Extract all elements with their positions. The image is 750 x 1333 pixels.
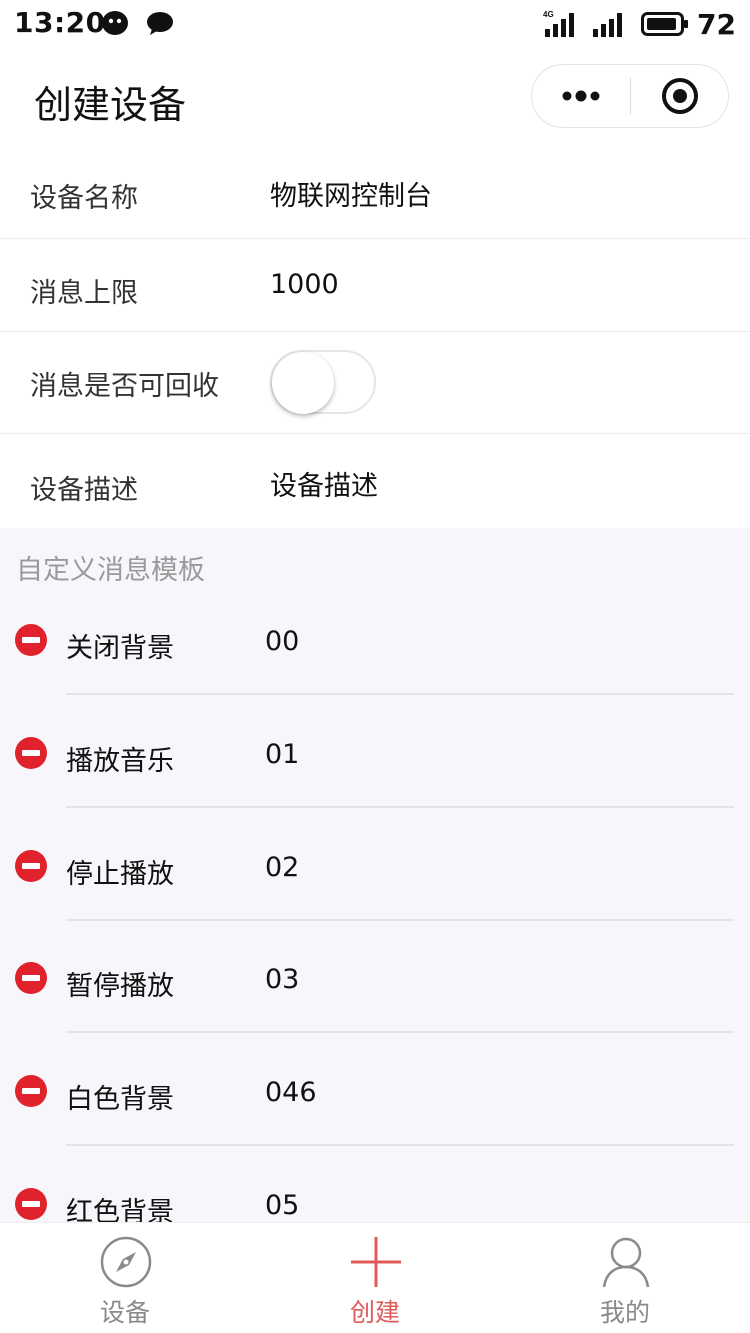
template-name: 播放音乐 (66, 746, 174, 777)
template-item: 红色背景 05 (0, 1188, 750, 1223)
template-item: 暂停播放 03 (0, 962, 750, 1075)
message-template-section: 自定义消息模板 关闭背景 00 播放音乐 01 停止播放 02 暂停播放 03 … (0, 528, 750, 1223)
template-name: 关闭背景 (66, 633, 174, 664)
plus-icon (351, 1237, 401, 1287)
msg-limit-label: 消息上限 (30, 278, 138, 309)
remove-template-button[interactable] (15, 1188, 47, 1220)
wechat-notification-icon (147, 12, 173, 35)
battery-level: 72 (697, 7, 736, 41)
switch-knob (272, 352, 334, 414)
tab-mine[interactable]: 我的 (500, 1223, 750, 1333)
recyclable-switch[interactable] (270, 350, 376, 414)
remove-template-button[interactable] (15, 737, 47, 769)
close-mini-program-button[interactable] (632, 65, 728, 127)
capsule-divider (630, 77, 631, 115)
more-dots-icon (562, 90, 600, 102)
msg-limit-row: 消息上限 1000 (0, 239, 750, 332)
tab-devices[interactable]: 设备 (0, 1223, 250, 1333)
close-target-icon (662, 78, 698, 114)
battery-icon (641, 12, 689, 36)
signal-4g-icon: 4G (543, 10, 575, 37)
recyclable-label: 消息是否可回收 (30, 371, 219, 402)
compass-icon (100, 1236, 152, 1288)
template-code[interactable]: 01 (265, 739, 299, 770)
remove-template-button[interactable] (15, 624, 47, 656)
remove-template-button[interactable] (15, 1075, 47, 1107)
mini-program-capsule (531, 64, 729, 128)
divider (66, 919, 734, 921)
recyclable-row: 消息是否可回收 (0, 332, 750, 434)
divider (66, 1031, 734, 1033)
template-code[interactable]: 02 (265, 852, 299, 883)
tab-label: 设备 (99, 1298, 150, 1327)
tab-label: 创建 (349, 1298, 400, 1327)
device-desc-input[interactable]: 设备描述 (270, 464, 378, 503)
section-title: 自定义消息模板 (16, 555, 205, 586)
remove-template-button[interactable] (15, 962, 47, 994)
status-time: 13:20 (14, 6, 106, 39)
device-name-label: 设备名称 (30, 183, 138, 214)
template-item: 白色背景 046 (0, 1075, 750, 1188)
status-bar: 13:20 4G 72 (0, 0, 750, 48)
template-name: 暂停播放 (66, 971, 174, 1002)
tab-label: 我的 (599, 1298, 650, 1327)
user-icon (602, 1237, 650, 1288)
template-item: 停止播放 02 (0, 850, 750, 963)
template-item: 关闭背景 00 (0, 624, 750, 737)
msg-limit-input[interactable]: 1000 (270, 269, 339, 300)
network-type: 4G (543, 10, 554, 19)
device-name-row: 设备名称 物联网控制台 (0, 144, 750, 239)
divider (66, 806, 734, 808)
remove-template-button[interactable] (15, 850, 47, 882)
divider (66, 693, 734, 695)
tab-bar: 设备 创建 我的 (0, 1222, 750, 1333)
device-desc-label: 设备描述 (30, 475, 138, 506)
page-title: 创建设备 (34, 83, 187, 127)
template-code[interactable]: 03 (265, 964, 299, 995)
status-right-group: 4G 72 (543, 6, 736, 42)
divider (66, 1144, 734, 1146)
template-code[interactable]: 00 (265, 626, 299, 657)
template-code[interactable]: 046 (265, 1077, 317, 1108)
signal-icon (593, 13, 623, 37)
template-name: 白色背景 (66, 1084, 174, 1115)
template-item: 播放音乐 01 (0, 737, 750, 850)
more-button[interactable] (532, 65, 630, 127)
qq-notification-icon (102, 11, 128, 35)
nav-bar: 创建设备 (0, 48, 750, 144)
template-code[interactable]: 05 (265, 1190, 299, 1221)
device-name-input[interactable]: 物联网控制台 (270, 174, 432, 213)
tab-create[interactable]: 创建 (250, 1223, 500, 1333)
device-desc-row: 设备描述 设备描述 (0, 434, 750, 528)
template-name: 红色背景 (66, 1197, 174, 1223)
template-name: 停止播放 (66, 859, 174, 890)
